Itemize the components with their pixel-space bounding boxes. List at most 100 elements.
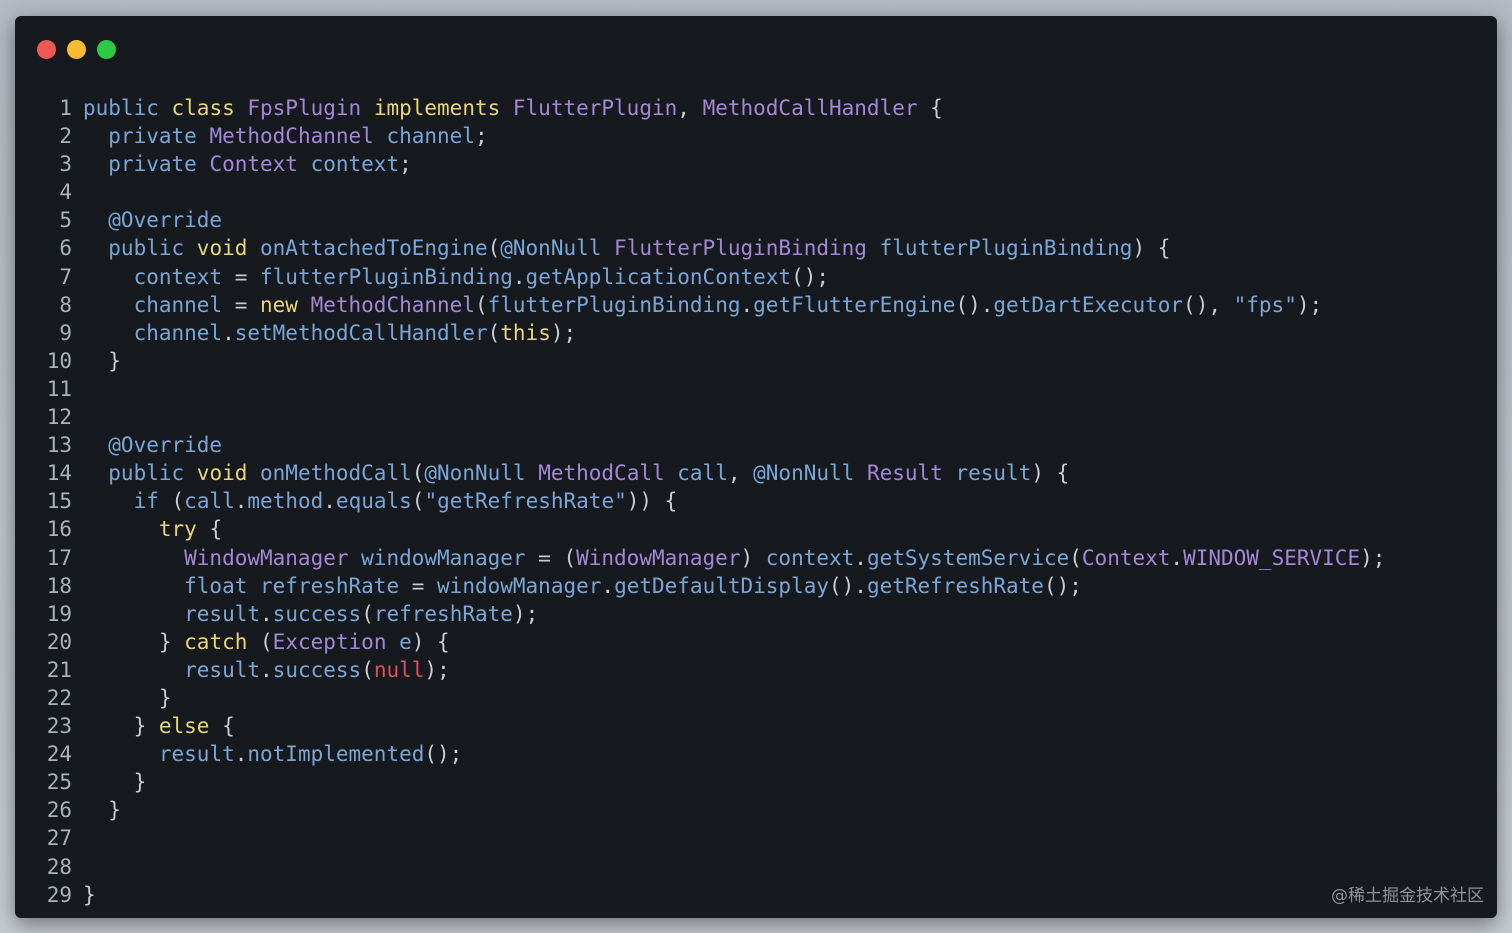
code-line: 9 channel.setMethodCallHandler(this); [15,319,1497,347]
token-id: windowManager [437,573,602,598]
token-type: MethodCallHandler [702,96,931,120]
code-text: channel = new MethodChannel(flutterPlugi… [83,291,1323,319]
line-number: 22 [46,685,72,710]
line-number: 18 [46,573,72,598]
token-ann: @NonNull [500,236,615,261]
token-punct: . [234,742,248,767]
close-button[interactable] [37,40,56,59]
line-number: 14 [46,461,72,486]
token-id: refreshRate [260,573,412,598]
token-type: MethodChannel [209,124,387,149]
code-text: private Context context; [83,150,411,178]
code-window: 1 public class FpsPlugin implements Flutt… [15,16,1497,918]
token-ann: @NonNull [424,461,539,486]
token-punct: ( [1069,545,1082,570]
code-text: public void onAttachedToEngine(@NonNull … [83,234,1170,262]
code-line: 27 [15,824,1497,852]
token-punct: . [740,292,754,317]
code-line: 4 [15,178,1497,206]
code-line: 3 private Context context; [15,150,1497,178]
token-method: getSystemService [866,545,1070,570]
token-punct: . [854,545,867,570]
token-punct: = ( [538,545,577,570]
token-kw2: new [260,292,311,317]
token-punct: (). [955,292,994,317]
token-punct: ); [550,320,577,345]
token-punct: ( [474,292,488,317]
token-id: result [83,742,235,767]
line-number: 28 [46,854,72,879]
code-line: 18 float refreshRate = windowManager.get… [15,572,1497,600]
line-number: 29 [46,882,72,907]
token-kw2: catch [184,629,261,654]
token-punct: , [727,461,754,486]
code-text: } [83,796,121,824]
code-line: 20 } catch (Exception e) { [15,628,1497,656]
token-punct: ); [424,657,450,682]
token-id: context [310,152,400,177]
token-method: success [272,601,362,626]
code-line: 16 try { [15,515,1497,543]
code-text: context = flutterPluginBinding.getApplic… [83,263,829,291]
token-id: result [955,461,1032,486]
token-id: flutterPluginBinding [879,236,1133,261]
line-number: 17 [46,545,72,570]
token-punct: ; [474,124,488,149]
token-type: Exception [272,629,400,654]
token-punct: ) [740,545,766,570]
token-punct: (); [424,742,463,767]
line-number: 3 [59,152,72,177]
token-type: MethodChannel [310,292,475,317]
token-punct: } [83,629,185,654]
code-text: result.notImplemented(); [83,740,462,768]
minimize-button[interactable] [67,40,86,59]
code-text: float refreshRate = windowManager.getDef… [83,572,1082,600]
line-number: 5 [59,208,72,233]
code-line: 24 result.notImplemented(); [15,740,1497,768]
code-line: 26 } [15,796,1497,824]
token-kw: public [83,461,197,486]
token-type: Context [209,152,311,177]
line-number: 10 [46,348,72,373]
token-id: refreshRate [373,601,513,626]
token-punct: { [222,714,235,739]
token-type: Context [1081,545,1171,570]
token-type: FpsPlugin [247,96,374,120]
code-line: 25 } [15,768,1497,796]
code-line: 1 public class FpsPlugin implements Flutt… [15,94,1497,122]
token-punct: ); [1360,545,1386,570]
maximize-button[interactable] [97,40,116,59]
line-number: 19 [46,601,72,626]
token-kw2: implements [373,96,513,120]
code-line: 2 private MethodChannel channel; [15,122,1497,150]
code-text: try { [83,515,222,543]
code-line: 7 context = flutterPluginBinding.getAppl… [15,263,1497,291]
token-type: WindowManager [83,545,362,570]
line-number: 20 [46,629,72,654]
token-id: channel [83,320,223,345]
token-method: equals [335,489,412,514]
token-type: WindowManager [576,545,741,570]
token-punct: ( [171,489,185,514]
token-kw2: class [171,96,248,120]
token-id: method [247,489,324,514]
token-punct: } [83,714,159,739]
token-id: context [83,264,235,289]
token-punct: . [260,657,273,682]
token-punct: (); [791,264,829,289]
code-line: 22 } [15,684,1497,712]
token-method: setMethodCallHandler [234,320,488,345]
token-punct: (); [1043,573,1082,598]
token-punct: ( [260,629,273,654]
code-line: 13 @Override [15,431,1497,459]
line-number: 15 [46,489,72,514]
token-punct: { [209,517,223,542]
token-punct: (), [1183,292,1234,317]
token-method: getDartExecutor [993,292,1184,317]
line-number: 2 [59,124,72,149]
line-number: 7 [59,264,72,289]
token-punct: { [930,96,943,120]
token-punct: . [222,320,235,345]
code-text: } [83,881,96,909]
token-punct: ) { [1132,236,1171,261]
